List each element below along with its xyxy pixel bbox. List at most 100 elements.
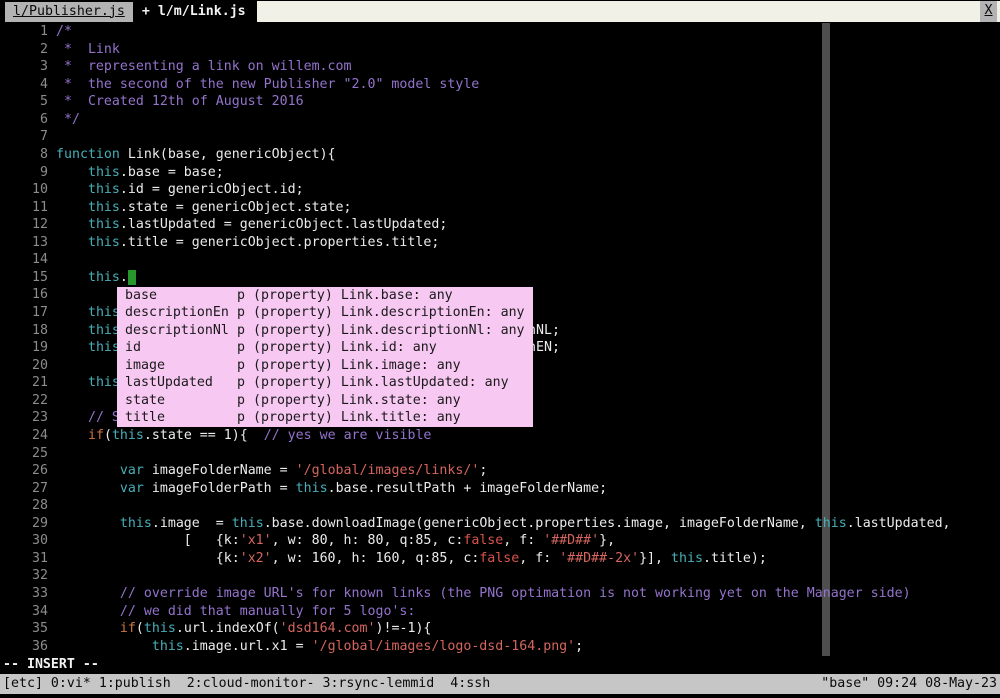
code-line[interactable]: 12 this.lastUpdated = genericObject.last… (0, 216, 1000, 234)
code-segment: this (296, 481, 328, 496)
code-line[interactable]: 24 if(this.state == 1){ // yes we are vi… (0, 427, 1000, 445)
code-segment: .image.url.x1 = (184, 639, 312, 654)
code-line-text: this.id = genericObject.id; (48, 181, 1000, 199)
code-segment: if (120, 621, 136, 636)
code-line[interactable]: 4 * the second of the new Publisher "2.0… (0, 76, 1000, 94)
vim-tabline: l/Publisher.js + l/m/Link.js X (0, 0, 1000, 23)
code-line[interactable]: 7 (0, 128, 1000, 146)
line-number: 2 (0, 41, 48, 59)
code-line[interactable]: 9 this.base = base; (0, 164, 1000, 182)
completion-item[interactable]: descriptionEnp(property) Link.descriptio… (117, 304, 533, 322)
code-line-text: // we did that manually for 5 logo's: (48, 603, 1000, 621)
code-line[interactable]: 33 // override image URL's for known lin… (0, 585, 1000, 603)
completion-item[interactable]: imagep(property) Link.image: any (117, 357, 533, 375)
code-line[interactable]: 2 * Link (0, 41, 1000, 59)
code-segment: ( (104, 428, 112, 443)
completion-item[interactable]: lastUpdatedp(property) Link.lastUpdated:… (117, 374, 533, 392)
code-line[interactable]: 1/* (0, 23, 1000, 41)
code-line[interactable]: 11 this.state = genericObject.state; (0, 199, 1000, 217)
code-segment: false (463, 533, 503, 548)
code-line[interactable]: 27 var imageFolderPath = this.base.resul… (0, 480, 1000, 498)
code-line[interactable]: 5 * Created 12th of August 2016 (0, 93, 1000, 111)
code-segment: this (815, 516, 847, 531)
code-segment (56, 323, 88, 338)
code-line[interactable]: 28 (0, 497, 1000, 515)
code-line[interactable]: 13 this.title = genericObject.properties… (0, 234, 1000, 252)
code-segment (56, 235, 88, 250)
line-number: 1 (0, 23, 48, 41)
line-number: 27 (0, 480, 48, 498)
code-line[interactable]: 35 if(this.url.indexOf('dsd164.com')!=-1… (0, 620, 1000, 638)
code-line[interactable]: 30 [ {k:'x1', w: 80, h: 80, q:85, c:fals… (0, 532, 1000, 550)
line-number: 13 (0, 234, 48, 252)
completion-word: lastUpdated (125, 374, 237, 392)
completion-item[interactable]: descriptionNlp(property) Link.descriptio… (117, 322, 533, 340)
close-tab-button[interactable]: X (980, 1, 997, 22)
code-segment (56, 604, 120, 619)
code-segment: .base.resultPath + imageFolderName; (328, 481, 608, 496)
tmux-window-list[interactable]: [etc] 0:vi* 1:publish 2:cloud-monitor- 3… (3, 674, 490, 694)
completion-detail: (property) Link.id: any (253, 339, 533, 357)
completion-item[interactable]: titlep(property) Link.title: any (117, 409, 533, 427)
code-line-text: this.base = base; (48, 164, 1000, 182)
completion-detail: (property) Link.descriptionEn: any (253, 304, 533, 322)
line-number: 19 (0, 339, 48, 357)
code-line[interactable]: 36 this.image.url.x1 = '/global/images/l… (0, 638, 1000, 656)
code-segment: this (88, 375, 120, 390)
code-segment: .state == 1){ (144, 428, 264, 443)
completion-word: state (125, 392, 237, 410)
code-line[interactable]: 14 (0, 251, 1000, 269)
completion-item[interactable]: statep(property) Link.state: any (117, 392, 533, 410)
completion-kind: p (237, 374, 253, 392)
code-line[interactable]: 34 // we did that manually for 5 logo's: (0, 603, 1000, 621)
line-number: 17 (0, 304, 48, 322)
code-line-text: this.lastUpdated = genericObject.lastUpd… (48, 216, 1000, 234)
editor-area[interactable]: 1/*2 * Link3 * representing a link on wi… (0, 23, 1000, 674)
modified-indicator: + (142, 4, 150, 19)
code-segment: function (56, 147, 120, 162)
code-segment: * Link (56, 42, 120, 57)
code-line[interactable]: 8function Link(base, genericObject){ (0, 146, 1000, 164)
line-number: 24 (0, 427, 48, 445)
code-segment: var (120, 463, 144, 478)
code-line[interactable]: 10 this.id = genericObject.id; (0, 181, 1000, 199)
code-line[interactable]: 31 {k:'x2', w: 160, h: 160, q:85, c:fals… (0, 550, 1000, 568)
code-line-text: function Link(base, genericObject){ (48, 146, 1000, 164)
tab-link-js[interactable]: + l/m/Link.js (142, 2, 246, 22)
code-line[interactable]: 32 (0, 567, 1000, 585)
tmux-session-clock: "base" 09:24 08-May-23 (821, 674, 997, 694)
code-line[interactable]: 6 */ (0, 111, 1000, 129)
code-line-text: * Link (48, 41, 1000, 59)
tab-publisher-js[interactable]: l/Publisher.js (5, 2, 133, 22)
completion-detail: (property) Link.state: any (253, 392, 533, 410)
line-number: 33 (0, 585, 48, 603)
code-line[interactable]: 15 this. (0, 269, 1000, 287)
code-line-text: * representing a link on willem.com (48, 58, 1000, 76)
completion-detail: (property) Link.descriptionNl: any (253, 322, 533, 340)
line-number: 35 (0, 620, 48, 638)
code-line[interactable]: 29 this.image = this.base.downloadImage(… (0, 515, 1000, 533)
completion-kind: p (237, 357, 253, 375)
code-line-text: [ {k:'x1', w: 80, h: 80, q:85, c:false, … (48, 532, 1000, 550)
code-line-text: if(this.url.indexOf('dsd164.com')!=-1){ (48, 620, 1000, 638)
code-line[interactable]: 26 var imageFolderName = '/global/images… (0, 462, 1000, 480)
code-line-text: // override image URL's for known links … (48, 585, 1000, 603)
line-number: 22 (0, 392, 48, 410)
completion-kind: p (237, 322, 253, 340)
tab-link-js-label: l/m/Link.js (158, 4, 246, 19)
code-segment (56, 639, 152, 654)
completion-word: title (125, 409, 237, 427)
line-number: 31 (0, 550, 48, 568)
code-line[interactable]: 3 * representing a link on willem.com (0, 58, 1000, 76)
code-segment: '##D##' (543, 533, 599, 548)
line-number: 30 (0, 532, 48, 550)
completion-kind: p (237, 339, 253, 357)
completion-item[interactable]: idp(property) Link.id: any (117, 339, 533, 357)
completion-item[interactable]: basep(property) Link.base: any (117, 287, 533, 305)
code-segment (56, 516, 120, 531)
code-line[interactable]: 25 (0, 445, 1000, 463)
code-segment: */ (56, 112, 80, 127)
code-line-text: * Created 12th of August 2016 (48, 93, 1000, 111)
code-line-text (48, 567, 1000, 585)
code-segment: Link(base, genericObject){ (120, 147, 336, 162)
